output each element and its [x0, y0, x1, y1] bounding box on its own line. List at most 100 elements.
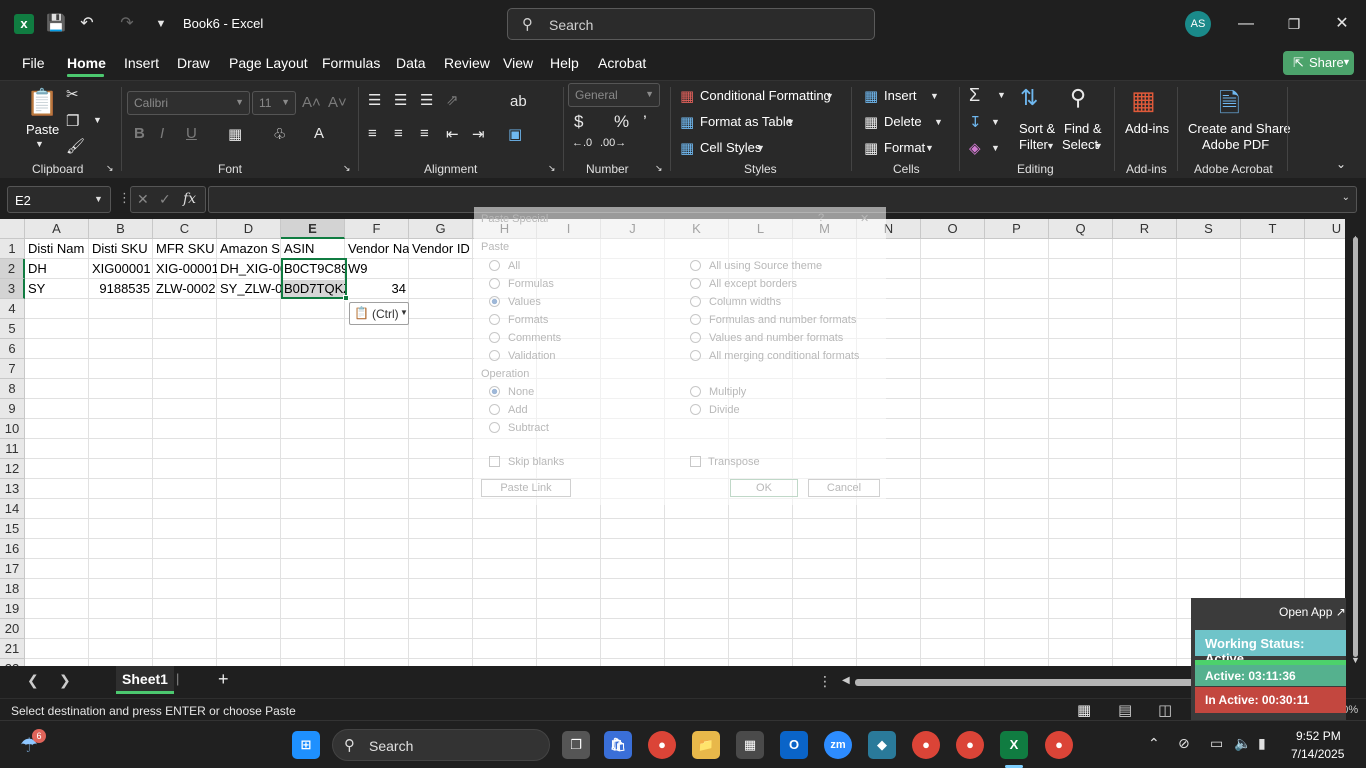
- outlook-icon[interactable]: O: [780, 731, 808, 759]
- transpose-checkbox[interactable]: [690, 456, 701, 467]
- fill-icon[interactable]: ↧: [969, 113, 982, 131]
- column-header-c[interactable]: C: [153, 219, 217, 239]
- insert-button[interactable]: Insert: [884, 88, 917, 103]
- display-icon[interactable]: ▭: [1210, 735, 1223, 752]
- shrink-font-icon[interactable]: A˅: [328, 94, 347, 111]
- paste-option-radio[interactable]: [489, 332, 500, 343]
- tab-draw[interactable]: Draw: [177, 55, 210, 71]
- percent-button[interactable]: %: [614, 112, 629, 132]
- chrome-profile-3-icon[interactable]: ●: [1045, 731, 1073, 759]
- chrome-profile-icon[interactable]: ●: [912, 731, 940, 759]
- more-options-icon[interactable]: ⋮: [818, 673, 832, 690]
- tab-review[interactable]: Review: [444, 55, 490, 71]
- row-header-12[interactable]: 12: [0, 459, 25, 479]
- show-hidden-icons-icon[interactable]: ⌃: [1148, 735, 1160, 752]
- paste-button[interactable]: Paste: [26, 122, 59, 137]
- align-left-icon[interactable]: ≡: [368, 125, 377, 142]
- share-button[interactable]: ⇱ Share ▼: [1283, 51, 1354, 75]
- paste-option-radio[interactable]: [489, 260, 500, 271]
- row-header-15[interactable]: 15: [0, 519, 25, 539]
- align-bottom-icon[interactable]: ☰: [420, 91, 433, 109]
- clock-time[interactable]: 9:52 PM: [1296, 729, 1341, 743]
- row-header-21[interactable]: 21: [0, 639, 25, 659]
- copy-icon[interactable]: ❐: [66, 112, 79, 130]
- previous-sheet-icon[interactable]: ❮: [27, 672, 39, 689]
- find-select-icon[interactable]: ⚲: [1070, 85, 1086, 111]
- column-header-s[interactable]: S: [1177, 219, 1241, 239]
- cell-f2[interactable]: W9: [345, 259, 409, 279]
- row-header-3[interactable]: 3: [0, 279, 25, 299]
- cell-g1[interactable]: Vendor ID: [409, 239, 473, 259]
- skip-blanks-checkbox[interactable]: [489, 456, 500, 467]
- close-icon[interactable]: ✕: [860, 212, 869, 225]
- increase-indent-icon[interactable]: ⇥: [472, 125, 485, 143]
- operation-option-radio[interactable]: [489, 404, 500, 415]
- chevron-down-icon[interactable]: ▼: [997, 90, 1006, 100]
- dialog-launcher-icon[interactable]: ↘: [343, 163, 351, 174]
- cell-f3[interactable]: 34: [345, 279, 409, 299]
- cell-a1[interactable]: Disti Nam: [25, 239, 89, 259]
- next-sheet-icon[interactable]: ❯: [59, 672, 71, 689]
- paste-icon[interactable]: 📋: [26, 87, 58, 119]
- cut-icon[interactable]: ✂: [66, 85, 79, 103]
- chevron-down-icon[interactable]: ▼: [825, 91, 834, 101]
- windows-start-icon[interactable]: ⊞: [292, 731, 320, 759]
- horizontal-scroll-thumb[interactable]: [855, 679, 1195, 686]
- increase-decimal-icon[interactable]: ←.0: [572, 137, 592, 149]
- font-name-combo[interactable]: Calibri ▼: [127, 91, 250, 115]
- row-header-22[interactable]: 22: [0, 659, 25, 666]
- paste-link-button[interactable]: Paste Link: [481, 479, 571, 497]
- cell-e1[interactable]: ASIN: [281, 239, 345, 259]
- task-view-icon[interactable]: ❐: [562, 731, 590, 759]
- cell-d1[interactable]: Amazon S: [217, 239, 281, 259]
- column-header-a[interactable]: A: [25, 219, 89, 239]
- search-box[interactable]: ⚲ Search: [507, 8, 875, 40]
- column-header-d[interactable]: D: [217, 219, 281, 239]
- select-all-button[interactable]: [0, 219, 25, 239]
- ok-button[interactable]: OK: [730, 479, 798, 497]
- cancel-button[interactable]: Cancel: [808, 479, 880, 497]
- align-middle-icon[interactable]: ☰: [394, 91, 407, 109]
- expand-formula-bar-icon[interactable]: ⌄: [1342, 192, 1350, 203]
- row-header-9[interactable]: 9: [0, 399, 25, 419]
- borders-icon[interactable]: ▦: [228, 125, 242, 143]
- currency-button[interactable]: $: [574, 112, 583, 132]
- dialog-launcher-icon[interactable]: ↘: [106, 163, 114, 174]
- minimize-icon[interactable]: —: [1234, 12, 1258, 36]
- save-icon[interactable]: 💾: [45, 13, 67, 35]
- operation-option-radio[interactable]: [690, 386, 701, 397]
- tab-help[interactable]: Help: [550, 55, 579, 71]
- sheet-tab-sheet1[interactable]: Sheet1: [116, 666, 174, 694]
- add-sheet-icon[interactable]: +: [218, 669, 229, 690]
- taskbar-search[interactable]: ⚲ Search: [332, 729, 550, 761]
- close-icon[interactable]: ✕: [1330, 12, 1354, 36]
- name-box[interactable]: E2 ▼: [7, 186, 111, 213]
- row-header-11[interactable]: 11: [0, 439, 25, 459]
- chrome-icon[interactable]: ●: [648, 731, 676, 759]
- chevron-down-icon[interactable]: ▼: [786, 117, 795, 127]
- app-diamond-icon[interactable]: ◆: [868, 731, 896, 759]
- file-explorer-icon[interactable]: 📁: [692, 731, 720, 759]
- dialog-launcher-icon[interactable]: ↘: [548, 163, 556, 174]
- paste-option-radio[interactable]: [690, 314, 701, 325]
- cell-f1[interactable]: Vendor Na: [345, 239, 409, 259]
- row-header-2[interactable]: 2: [0, 259, 25, 279]
- vertical-scroll-thumb[interactable]: [1353, 237, 1358, 657]
- autosum-icon[interactable]: Σ: [969, 85, 980, 106]
- customize-toolbar-icon[interactable]: ▼: [150, 13, 172, 35]
- row-header-6[interactable]: 6: [0, 339, 25, 359]
- align-top-icon[interactable]: ☰: [368, 91, 381, 109]
- format-painter-icon[interactable]: 🖌: [66, 137, 85, 155]
- operation-option-radio[interactable]: [489, 422, 500, 433]
- row-header-5[interactable]: 5: [0, 319, 25, 339]
- tab-data[interactable]: Data: [396, 55, 426, 71]
- battery-icon[interactable]: ▮: [1258, 735, 1266, 752]
- row-header-8[interactable]: 8: [0, 379, 25, 399]
- font-size-combo[interactable]: 11 ▼: [252, 91, 296, 115]
- create-share-pdf-label-2[interactable]: Adobe PDF: [1202, 137, 1269, 152]
- clock-date[interactable]: 7/14/2025: [1291, 747, 1344, 761]
- cell-b2[interactable]: XIG00001: [89, 259, 153, 279]
- merge-center-icon[interactable]: ▣: [508, 125, 522, 143]
- avatar[interactable]: AS: [1185, 11, 1211, 37]
- scroll-down-icon[interactable]: ▼: [1351, 655, 1360, 665]
